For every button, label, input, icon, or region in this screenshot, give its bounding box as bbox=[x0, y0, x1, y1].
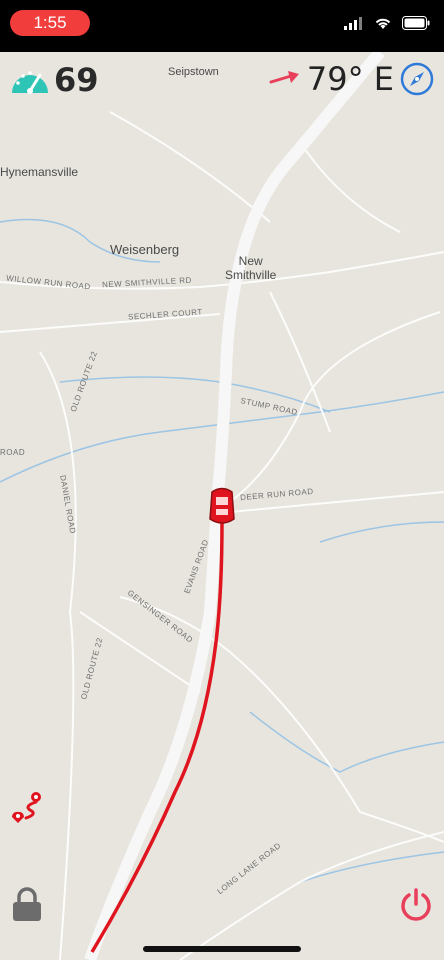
status-icons bbox=[344, 16, 430, 30]
route-button[interactable] bbox=[10, 788, 46, 829]
place-new-smithville: New Smithville bbox=[225, 254, 277, 282]
compass-icon[interactable] bbox=[400, 62, 434, 96]
heading-arrow-icon bbox=[269, 71, 299, 84]
map-view[interactable]: Seipstown Hynemansville Weisenberg New S… bbox=[0, 52, 444, 960]
speed-value: 69 bbox=[54, 61, 99, 99]
place-weisenberg: Weisenberg bbox=[110, 242, 180, 257]
heading-display: 79° E bbox=[269, 60, 434, 98]
wifi-icon bbox=[375, 18, 391, 29]
status-bar: 1:55 bbox=[0, 0, 444, 52]
route-icon[interactable] bbox=[10, 788, 46, 824]
heading-value: 79° E bbox=[306, 60, 394, 98]
power-button[interactable] bbox=[398, 887, 434, 928]
home-indicator[interactable] bbox=[143, 946, 301, 952]
lock-button[interactable] bbox=[10, 887, 44, 928]
speedometer-icon bbox=[12, 71, 48, 94]
speed-display: 69 bbox=[10, 61, 99, 99]
lock-icon[interactable] bbox=[10, 887, 44, 923]
cellular-signal-icon bbox=[344, 17, 362, 30]
vehicle-marker-icon bbox=[209, 487, 235, 524]
place-seipstown: Seipstown bbox=[168, 66, 219, 78]
power-icon[interactable] bbox=[398, 887, 434, 923]
battery-icon bbox=[402, 16, 430, 30]
place-hynemansville: Hynemansville bbox=[0, 165, 79, 179]
road-left-edge: ROAD bbox=[0, 448, 26, 457]
highway-route-22 bbox=[84, 52, 385, 960]
status-time: 1:55 bbox=[10, 10, 90, 36]
